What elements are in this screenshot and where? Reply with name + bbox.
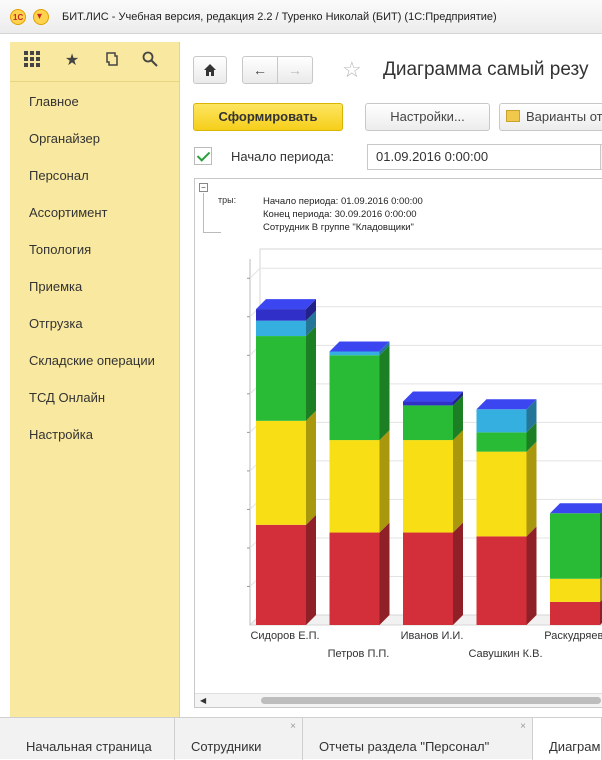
- bar-segment: [329, 532, 380, 625]
- stacked-bar-chart: Сидоров Е.П. Петров П.П. Иванов И.И. Савушк…: [247, 248, 602, 660]
- main-menu-icon[interactable]: ▾: [33, 9, 49, 25]
- bar-segment: [256, 420, 306, 525]
- bar-segment-side: [306, 514, 316, 625]
- bar-segment-side: [526, 441, 537, 537]
- variants-label: Варианты от: [526, 109, 602, 124]
- bar-segment: [550, 578, 600, 602]
- x-tick-label: Сидоров Е.П.: [250, 630, 319, 642]
- tab-employees-label: Сотрудники: [191, 739, 262, 754]
- scroll-thumb[interactable]: [261, 697, 601, 704]
- bar-segment-side: [379, 430, 390, 533]
- sections-panel: ★ Главное Органайзер Персонал Ассортимен…: [10, 42, 180, 717]
- tab-home-label: Начальная страница: [26, 739, 152, 754]
- tab-chart[interactable]: Диаграм: [533, 718, 602, 760]
- bar-segment: [550, 513, 600, 579]
- bar-segment: [329, 351, 380, 356]
- close-icon[interactable]: ×: [290, 722, 296, 732]
- bar-segment: [329, 355, 380, 441]
- tab-employees[interactable]: Сотрудники ×: [175, 718, 303, 760]
- gridline-diagonal: [249, 267, 261, 279]
- scroll-left-icon[interactable]: ◀: [200, 696, 206, 705]
- bar-top: [256, 299, 316, 310]
- period-checkbox[interactable]: [194, 147, 212, 165]
- bar-segment-side: [379, 522, 390, 625]
- bar-segment: [403, 532, 453, 625]
- sidebar-item-main[interactable]: Главное: [10, 83, 179, 120]
- horizontal-scrollbar[interactable]: ◀: [195, 693, 602, 707]
- window-titlebar: 1С ▾ БИТ.ЛИС - Учебная версия, редакция …: [0, 0, 602, 34]
- back-button[interactable]: ←: [242, 56, 278, 84]
- bar-segment: [256, 309, 306, 321]
- tab-personnel-reports-label: Отчеты раздела "Персонал": [319, 739, 490, 754]
- variants-icon: [506, 110, 520, 122]
- tab-chart-label: Диаграм: [549, 739, 601, 754]
- bar-segment-side: [526, 526, 537, 625]
- sidebar-item-warehouse-operations[interactable]: Складские операции: [10, 342, 179, 379]
- bar-segment: [403, 405, 453, 441]
- window-title: БИТ.ЛИС - Учебная версия, редакция 2.2 /…: [62, 11, 497, 23]
- x-tick-label: Раскудряев А: [544, 630, 602, 642]
- sidebar-item-topology[interactable]: Топология: [10, 231, 179, 268]
- sidebar-item-personnel[interactable]: Персонал: [10, 157, 179, 194]
- bar-segment-side: [453, 522, 463, 625]
- bar-top: [329, 341, 390, 352]
- close-icon[interactable]: ×: [520, 722, 526, 732]
- bar-top: [476, 399, 537, 410]
- home-button[interactable]: [193, 56, 227, 84]
- bar-segment: [256, 524, 306, 625]
- bar-segment-side: [306, 326, 316, 421]
- report-output: − тры: Начало периода: 01.09.2016 0:00:0…: [194, 178, 602, 708]
- x-tick-label: Иванов И.И.: [401, 630, 464, 642]
- bar-segment: [329, 440, 380, 533]
- app-logo-icon[interactable]: 1С: [10, 9, 26, 25]
- variants-button[interactable]: Варианты от: [499, 103, 602, 131]
- favorite-star-icon[interactable]: ☆: [342, 57, 362, 83]
- sidebar-toolbar: ★: [10, 42, 179, 82]
- sidebar-item-settings[interactable]: Настройка: [10, 416, 179, 453]
- x-tick-label: Савушкин К.В.: [468, 648, 542, 660]
- bar-top: [403, 391, 463, 402]
- sidebar-item-shipping[interactable]: Отгрузка: [10, 305, 179, 342]
- sidebar-item-organizer[interactable]: Органайзер: [10, 120, 179, 157]
- tab-home[interactable]: Начальная страница: [10, 718, 175, 760]
- favorites-star-icon[interactable]: ★: [62, 51, 82, 71]
- settings-button[interactable]: Настройки...: [365, 103, 490, 131]
- bar-segment: [256, 320, 306, 337]
- sidebar-item-assortment[interactable]: Ассортимент: [10, 194, 179, 231]
- period-label: Начало периода:: [231, 149, 335, 164]
- open-windows-tabbar: Начальная страница Сотрудники × Отчеты р…: [0, 717, 602, 760]
- generate-button[interactable]: Сформировать: [193, 103, 343, 131]
- bar-segment: [403, 440, 453, 533]
- sidebar-item-receiving[interactable]: Приемка: [10, 268, 179, 305]
- bar-segment: [476, 536, 527, 625]
- period-start-input[interactable]: 01.09.2016 0:00:00: [367, 144, 602, 170]
- bar-segment-side: [379, 345, 390, 441]
- arrow-left-icon: ←: [253, 62, 267, 78]
- history-icon[interactable]: [102, 51, 122, 71]
- page-title: Диаграмма самый резу: [383, 59, 589, 80]
- x-tick-label: Петров П.П.: [328, 648, 390, 660]
- bar-segment: [550, 601, 600, 625]
- bar-segment-side: [306, 410, 316, 525]
- bar-segment: [476, 409, 527, 433]
- tab-personnel-reports[interactable]: Отчеты раздела "Персонал" ×: [303, 718, 533, 760]
- sidebar-item-tsd-online[interactable]: ТСД Онлайн: [10, 379, 179, 416]
- bar-segment: [476, 432, 527, 452]
- forward-button[interactable]: →: [277, 56, 313, 84]
- bar-segment: [403, 401, 453, 406]
- bar-segment: [476, 451, 527, 537]
- search-icon[interactable]: [140, 51, 160, 71]
- arrow-right-icon: →: [288, 62, 302, 78]
- grid-menu-icon[interactable]: [22, 51, 42, 71]
- bar-segment-side: [453, 430, 463, 533]
- report-form: ← → ☆ Диаграмма самый резу Сформировать …: [182, 42, 602, 717]
- bar-segment: [256, 336, 306, 421]
